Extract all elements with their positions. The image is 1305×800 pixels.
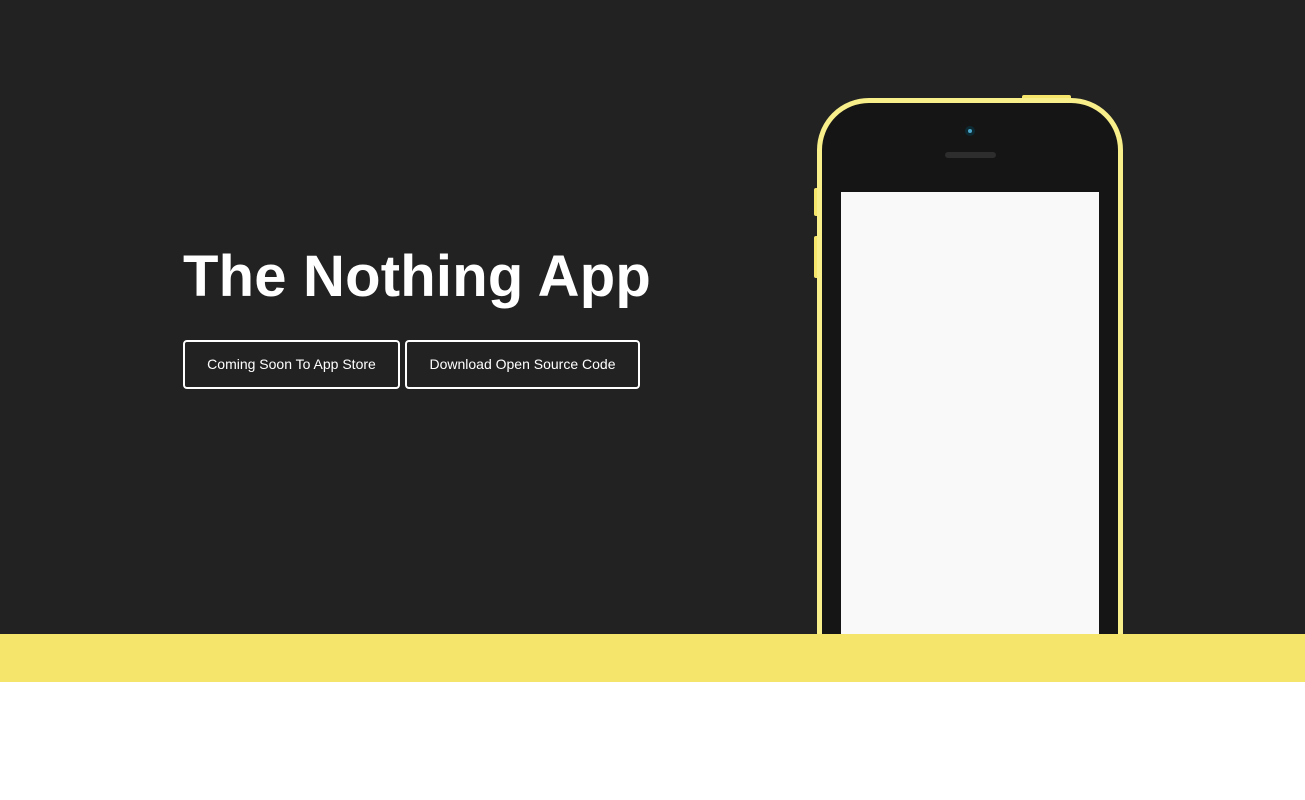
download-source-button[interactable]: Download Open Source Code	[405, 340, 640, 389]
page-title: The Nothing App	[183, 244, 651, 309]
content-area	[0, 682, 1305, 800]
phone-camera-icon	[965, 126, 975, 136]
hero-section: The Nothing App Coming Soon To App Store…	[0, 0, 1305, 634]
phone-speaker	[945, 152, 996, 158]
phone-screen	[841, 192, 1099, 634]
accent-band	[0, 634, 1305, 682]
app-store-button[interactable]: Coming Soon To App Store	[183, 340, 400, 389]
